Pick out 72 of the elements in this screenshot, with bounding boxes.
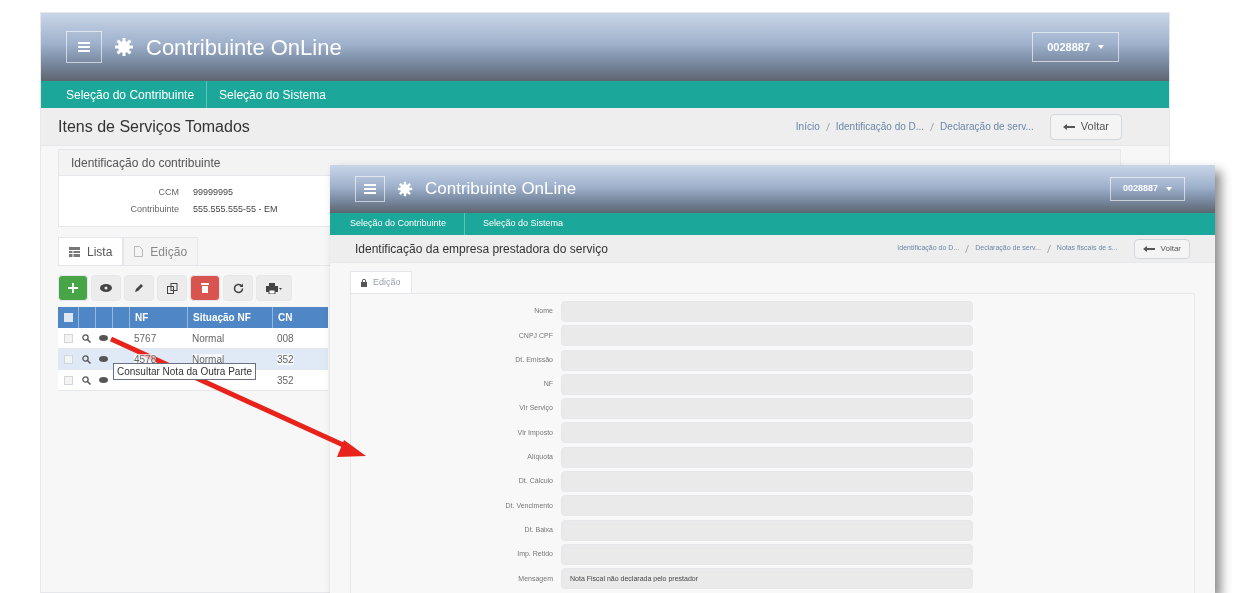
breadcrumb-link[interactable]: Identificação do D... (835, 119, 925, 134)
user-menu-button[interactable]: 0028887 (1032, 32, 1119, 62)
magnifier-icon[interactable] (82, 354, 91, 364)
view-button[interactable] (91, 275, 121, 301)
refresh-icon (232, 282, 244, 294)
separator-icon (1046, 244, 1051, 253)
refresh-button[interactable] (223, 275, 253, 301)
tab[interactable]: Lista (58, 237, 124, 265)
table-cell: 008 (277, 332, 294, 344)
copy-button[interactable] (157, 275, 187, 301)
arrow-left-icon (1142, 245, 1155, 252)
app-title: Contribuinte OnLine (425, 178, 577, 201)
edit-button[interactable] (124, 275, 154, 301)
nav-link[interactable]: Seleção do Sistema (483, 217, 564, 231)
nav-link[interactable]: Seleção do Sistema (219, 85, 326, 104)
tab[interactable]: Edição (350, 271, 412, 293)
row-checkbox[interactable] (63, 333, 73, 343)
eye-icon[interactable] (99, 377, 108, 383)
breadcrumb-link[interactable]: Início (795, 119, 820, 134)
page-title: Itens de Serviços Tomados (58, 116, 250, 137)
menu-icon (78, 42, 90, 52)
document-icon (134, 246, 144, 257)
pencil-icon (134, 283, 144, 293)
menu-button[interactable] (66, 31, 102, 63)
eye-icon[interactable] (99, 356, 108, 362)
nav-link[interactable]: Seleção do Contribuinte (66, 85, 195, 104)
tooltip: Consultar Nota da Outra Parte (113, 363, 257, 380)
row-checkbox[interactable] (63, 375, 73, 385)
field-value: 99999995 (193, 186, 234, 199)
magnifier-icon[interactable] (82, 333, 91, 343)
trash-icon (201, 283, 209, 293)
magnifier-icon[interactable] (82, 375, 91, 385)
table-cell: Normal (192, 332, 225, 344)
print-button[interactable] (256, 275, 292, 301)
app-title: Contribuinte OnLine (146, 33, 342, 62)
caret-icon (1166, 187, 1172, 191)
breadcrumb-link[interactable]: Declaração de serv... (940, 119, 1034, 134)
gear-icon (114, 37, 134, 57)
copy-icon (166, 282, 178, 294)
page-title: Identificação da empresa prestadora do serviço (355, 240, 608, 258)
separator-icon (825, 122, 830, 131)
caret-icon (1098, 45, 1104, 49)
table-icon (69, 246, 80, 257)
back-button[interactable]: Voltar (1133, 238, 1190, 259)
back-button[interactable]: Voltar (1049, 113, 1122, 140)
select-all-checkbox[interactable] (63, 313, 73, 322)
separator-icon (965, 244, 970, 253)
user-menu-button[interactable]: 0028887 (1109, 177, 1185, 201)
plus-icon (68, 283, 78, 293)
lock-icon (361, 278, 367, 287)
menu-icon (364, 184, 376, 194)
row-checkbox[interactable] (63, 354, 73, 364)
tab[interactable]: Edição (123, 237, 199, 265)
separator-icon (930, 122, 935, 131)
table-cell: 352 (277, 374, 294, 386)
column-header: Situação NF (193, 311, 251, 325)
field-label: Contribuinte (129, 202, 179, 216)
table-cell: 352 (277, 353, 294, 365)
printer-icon (266, 282, 282, 294)
column-header: CN (278, 311, 293, 325)
menu-button[interactable] (355, 176, 385, 202)
eye-icon (100, 284, 112, 292)
field-label: CCM (157, 186, 179, 199)
table-cell: 5767 (134, 332, 157, 344)
eye-icon[interactable] (99, 335, 108, 341)
column-header: NF (135, 311, 149, 325)
table-row[interactable]: 5767 Normal 008 (58, 328, 328, 349)
arrow-left-icon (1062, 123, 1075, 130)
delete-button[interactable] (190, 275, 220, 301)
gear-icon (397, 181, 413, 197)
nav-link[interactable]: Seleção do Contribuinte (350, 217, 447, 231)
field-value: 555.555.555-55 - EM (193, 202, 278, 216)
